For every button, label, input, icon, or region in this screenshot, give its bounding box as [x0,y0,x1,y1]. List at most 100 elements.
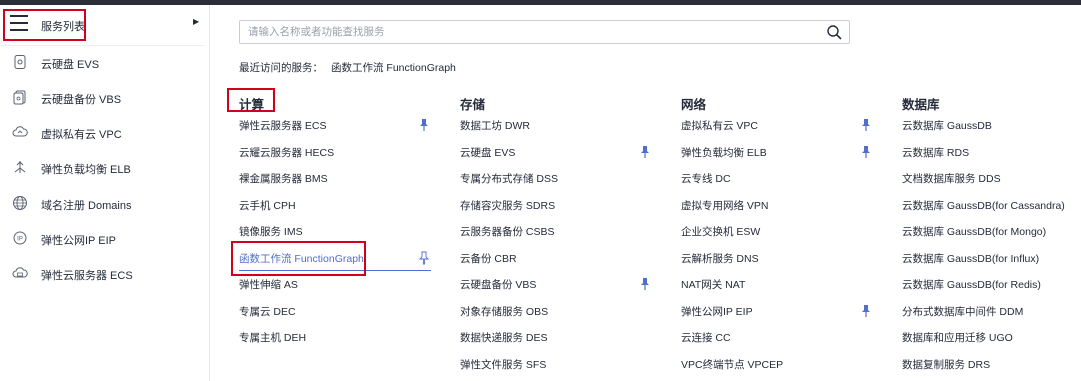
service-item[interactable]: 专属主机 DEH [239,326,439,348]
service-item[interactable]: NAT网关 NAT [681,273,881,295]
sidebar-item-label: 弹性云服务器 ECS [41,270,133,282]
service-name: 云数据库 GaussDB(for Influx) [902,253,1040,265]
sidebar: 服务列表 ▶ 云硬盘 EVS 云硬盘备份 VBS 虚拟私有云 VPC 弹性负载均… [0,5,210,381]
service-name: 云服务器备份 CSBS [460,226,555,238]
highlight-box-service-list [3,9,86,41]
sidebar-item-label: 云硬盘备份 VBS [41,94,122,106]
service-name: 虚拟私有云 VPC [681,120,759,132]
service-name: 云数据库 GaussDB [902,120,992,132]
service-item[interactable]: 云数据库 GaussDB [902,114,1077,136]
service-name: 云数据库 GaussDB(for Cassandra) [902,200,1065,212]
service-item[interactable]: 镜像服务 IMS [239,220,439,242]
service-name: 云专线 DC [681,173,731,185]
service-item[interactable]: 云备份 CBR [460,247,660,269]
service-name: 专属分布式存储 DSS [460,173,559,185]
service-name: 弹性负载均衡 ELB [681,147,767,159]
service-name: 弹性文件服务 SFS [460,359,547,371]
sidebar-item-label: 虚拟私有云 VPC [41,129,122,141]
service-name: 云数据库 RDS [902,147,970,159]
pin-icon[interactable] [640,145,650,159]
backup-icon [13,90,26,105]
service-item[interactable]: 虚拟私有云 VPC [681,114,881,136]
recent-service-link[interactable]: 函数工作流 FunctionGraph [331,62,456,74]
service-name: 虚拟专用网络 VPN [681,200,769,212]
service-item[interactable]: 云解析服务 DNS [681,247,881,269]
service-name: 对象存储服务 OBS [460,306,549,318]
recent-services: 最近访问的服务： 函数工作流 FunctionGraph [239,60,456,75]
service-item[interactable]: 云服务器备份 CSBS [460,220,660,242]
service-name: 云连接 CC [681,332,731,344]
service-item[interactable]: 云数据库 GaussDB(for Redis) [902,273,1077,295]
service-item[interactable]: 弹性公网IP EIP [681,300,881,322]
service-name: 专属主机 DEH [239,332,307,344]
service-item[interactable]: 云数据库 RDS [902,141,1077,163]
sidebar-item-evs[interactable]: 云硬盘 EVS [0,46,209,80]
category-title: 网络 [681,98,707,112]
service-item[interactable]: 弹性伸缩 AS [239,273,439,295]
service-item[interactable]: 数据复制服务 DRS [902,353,1077,375]
highlight-box-functiongraph [231,241,366,276]
service-item[interactable]: 企业交换机 ESW [681,220,881,242]
sidebar-item-elb[interactable]: 弹性负载均衡 ELB [0,151,209,185]
service-item[interactable]: 云连接 CC [681,326,881,348]
service-item[interactable]: 弹性云服务器 ECS [239,114,439,136]
service-item[interactable]: 专属分布式存储 DSS [460,167,660,189]
service-item[interactable]: 云手机 CPH [239,194,439,216]
service-item[interactable]: 分布式数据库中间件 DDM [902,300,1077,322]
service-item[interactable]: 数据库和应用迁移 UGO [902,326,1077,348]
disk-icon [14,55,26,69]
service-item[interactable]: 虚拟专用网络 VPN [681,194,881,216]
pin-icon[interactable] [419,118,429,132]
pin-outline-icon[interactable] [419,251,429,265]
service-name: 数据复制服务 DRS [902,359,991,371]
service-item[interactable]: 云硬盘 EVS [460,141,660,163]
service-item[interactable]: 云硬盘备份 VBS [460,273,660,295]
service-search-box[interactable] [239,20,850,44]
search-icon[interactable] [826,24,842,40]
pin-icon[interactable] [640,277,650,291]
service-item[interactable]: 弹性负载均衡 ELB [681,141,881,163]
service-item[interactable]: 弹性文件服务 SFS [460,353,660,375]
sidebar-item-vpc[interactable]: 虚拟私有云 VPC [0,116,209,150]
cloud-icon [12,126,28,137]
service-item[interactable]: 存储容灾服务 SDRS [460,194,660,216]
sidebar-item-label: 域名注册 Domains [41,200,132,212]
service-item[interactable]: 裸金属服务器 BMS [239,167,439,189]
sidebar-item-vbs[interactable]: 云硬盘备份 VBS [0,81,209,115]
sidebar-item-label: 弹性公网IP EIP [41,235,116,247]
service-item[interactable]: 云数据库 GaussDB(for Mongo) [902,220,1077,242]
service-name: 裸金属服务器 BMS [239,173,328,185]
category-title: 存储 [460,98,486,112]
service-item[interactable]: VPC终端节点 VPCEP [681,353,881,375]
service-name: 数据库和应用迁移 UGO [902,332,1013,344]
service-name: 弹性伸缩 AS [239,279,298,291]
service-item[interactable]: 数据快递服务 DES [460,326,660,348]
service-name: 企业交换机 ESW [681,226,761,238]
sidebar-item-domains[interactable]: 域名注册 Domains [0,187,209,221]
service-name: 弹性公网IP EIP [681,306,753,318]
search-input[interactable] [248,24,808,40]
service-item[interactable]: 对象存储服务 OBS [460,300,660,322]
service-name: 分布式数据库中间件 DDM [902,306,1024,318]
service-item[interactable]: 文档数据库服务 DDS [902,167,1077,189]
service-item[interactable]: 数据工坊 DWR [460,114,660,136]
pin-icon[interactable] [861,145,871,159]
service-name: 云备份 CBR [460,253,517,265]
ip-icon: IP [13,231,27,245]
svg-text:IP: IP [17,237,23,243]
service-name: 云耀云服务器 HECS [239,147,335,159]
service-name: 镜像服务 IMS [239,226,303,238]
service-item[interactable]: 专属云 DEC [239,300,439,322]
service-item[interactable]: 云耀云服务器 HECS [239,141,439,163]
category-title: 数据库 [902,98,940,112]
service-item[interactable]: 云数据库 GaussDB(for Cassandra) [902,194,1077,216]
sidebar-item-ecs[interactable]: 弹性云服务器 ECS [0,257,209,291]
sidebar-item-eip[interactable]: IP 弹性公网IP EIP [0,222,209,256]
pin-icon[interactable] [861,304,871,318]
service-name: 云解析服务 DNS [681,253,759,265]
service-item[interactable]: 云数据库 GaussDB(for Influx) [902,247,1077,269]
caret-right-icon[interactable]: ▶ [193,17,199,26]
pin-icon[interactable] [861,118,871,132]
service-name: 数据快递服务 DES [460,332,548,344]
service-item[interactable]: 云专线 DC [681,167,881,189]
